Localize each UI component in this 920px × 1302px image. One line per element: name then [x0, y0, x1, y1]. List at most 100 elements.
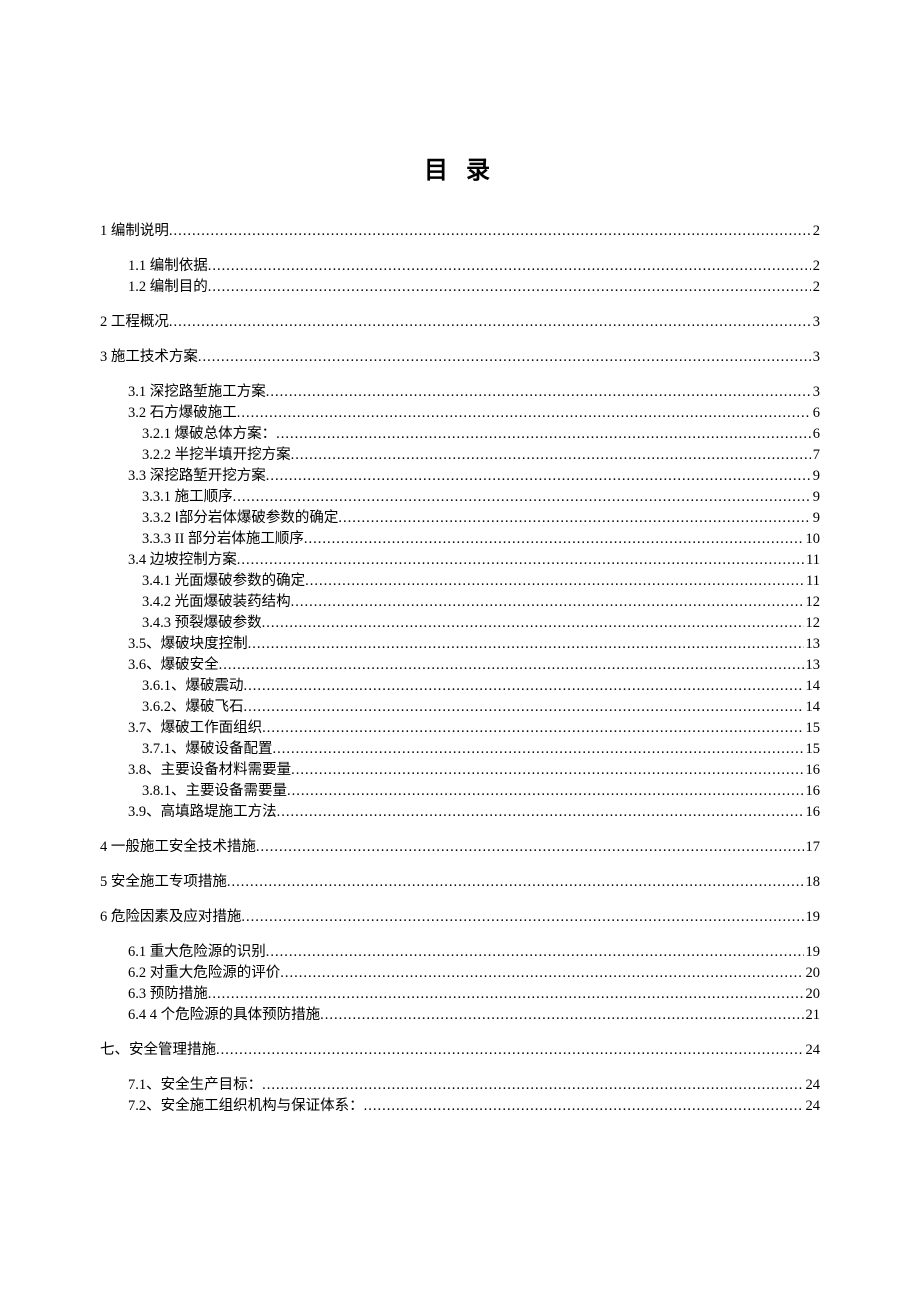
toc-entry-page: 11: [804, 571, 820, 592]
toc-leader: [198, 347, 811, 368]
toc-leader: [256, 837, 804, 858]
toc-entry-page: 24: [804, 1040, 821, 1061]
toc-entry[interactable]: 7.2、安全施工组织机构与保证体系： 24: [128, 1096, 820, 1117]
toc-entry[interactable]: 3.3 深挖路堑开挖方案 9: [128, 466, 820, 487]
toc-leader: [216, 1040, 804, 1061]
toc-leader: [291, 592, 804, 613]
toc-entry-text: 1.2 编制目的: [128, 277, 208, 298]
toc-entry[interactable]: 3.2.2 半挖半填开挖方案 7: [142, 445, 820, 466]
toc-entry-text: 7.1、安全生产目标：: [128, 1075, 262, 1096]
toc-entry-text: 3 施工技术方案: [100, 347, 198, 368]
toc-entry[interactable]: 6.4 4 个危险源的具体预防措施 21: [128, 1005, 820, 1026]
toc-entry-text: 3.4.2 光面爆破装药结构: [142, 592, 291, 613]
toc-entry-text: 4 一般施工安全技术措施: [100, 837, 256, 858]
toc-leader: [320, 1005, 803, 1026]
toc-entry[interactable]: 3.8.1、主要设备需要量16: [142, 781, 820, 802]
toc-entry-page: 9: [811, 466, 820, 487]
toc-entry[interactable]: 3.1 深挖路堑施工方案 3: [128, 382, 820, 403]
toc-entry-page: 15: [804, 739, 821, 760]
toc-entry-text: 3.9、高填路堤施工方法: [128, 802, 277, 823]
toc-entry[interactable]: 3.3.3 II 部分岩体施工顺序 10: [142, 529, 820, 550]
toc-entry[interactable]: 3.8、主要设备材料需要量16: [128, 760, 820, 781]
toc-entry-text: 3.8、主要设备材料需要量: [128, 760, 291, 781]
toc-entry[interactable]: 3.6、爆破安全13: [128, 655, 820, 676]
toc-entry[interactable]: 3.4 边坡控制方案 11: [128, 550, 820, 571]
toc-entry[interactable]: 4 一般施工安全技术措施17: [100, 837, 820, 858]
toc-entry[interactable]: 3.7、爆破工作面组织15: [128, 718, 820, 739]
toc-leader: [208, 256, 811, 277]
toc-entry-page: 7: [811, 445, 820, 466]
toc-entry-page: 16: [804, 781, 821, 802]
toc-leader: [237, 403, 811, 424]
toc-entry[interactable]: 3.4.2 光面爆破装药结构12: [142, 592, 820, 613]
toc-entry-page: 9: [811, 508, 820, 529]
toc-entry-page: 15: [804, 718, 821, 739]
toc-leader: [237, 550, 804, 571]
toc-entry-page: 10: [804, 529, 821, 550]
toc-entry[interactable]: 6 危险因素及应对措施19: [100, 907, 820, 928]
toc-entry-text: 6.1 重大危险源的识别: [128, 942, 266, 963]
toc-entry-text: 七、安全管理措施: [100, 1040, 216, 1061]
toc-entry[interactable]: 3.2.1 爆破总体方案： 6: [142, 424, 820, 445]
toc-title: 目 录: [100, 150, 820, 185]
toc-leader: [248, 634, 804, 655]
toc-entry[interactable]: 3.9、高填路堤施工方法 16: [128, 802, 820, 823]
toc-entry[interactable]: 1.2 编制目的 2: [128, 277, 820, 298]
toc-entry-page: 21: [804, 1005, 821, 1026]
toc-entry-page: 14: [804, 697, 821, 718]
toc-entry-page: 2: [811, 277, 820, 298]
toc-entry[interactable]: 6.2 对重大危险源的评价20: [128, 963, 820, 984]
toc-leader: [338, 508, 810, 529]
toc-entry-text: 3.2.2 半挖半填开挖方案: [142, 445, 291, 466]
toc-entry-text: 3.6、爆破安全: [128, 655, 219, 676]
toc-entry-text: 3.2 石方爆破施工: [128, 403, 237, 424]
toc-entry[interactable]: 3.3.1 施工顺序 9: [142, 487, 820, 508]
toc-entry-page: 2: [811, 221, 820, 242]
toc-entry-text: 3.3 深挖路堑开挖方案: [128, 466, 266, 487]
toc-entry[interactable]: 6.1 重大危险源的识别 19: [128, 942, 820, 963]
toc-entry-text: 3.6.2、爆破飞石: [142, 697, 244, 718]
toc-entry-text: 3.5、爆破块度控制: [128, 634, 248, 655]
toc-leader: [169, 221, 811, 242]
toc-leader: [291, 445, 811, 466]
toc-entry[interactable]: 1 编制说明 2: [100, 221, 820, 242]
toc-entry[interactable]: 3.4.3 预裂爆破参数12: [142, 613, 820, 634]
toc-leader: [291, 760, 803, 781]
toc-leader: [266, 382, 811, 403]
toc-entry-page: 6: [811, 403, 820, 424]
toc-entry[interactable]: 3.5、爆破块度控制13: [128, 634, 820, 655]
toc-entry[interactable]: 3.4.1 光面爆破参数的确定 11: [142, 571, 820, 592]
toc-entry-text: 5 安全施工专项措施: [100, 872, 227, 893]
toc-entry-page: 16: [804, 802, 821, 823]
toc-entry[interactable]: 7.1、安全生产目标： 24: [128, 1075, 820, 1096]
toc-entry[interactable]: 3.6.1、爆破震动14: [142, 676, 820, 697]
toc-entry-text: 3.4.1 光面爆破参数的确定: [142, 571, 305, 592]
toc-leader: [244, 676, 804, 697]
toc-entry-page: 3: [811, 347, 820, 368]
toc-leader: [304, 529, 804, 550]
toc-entry-text: 6.3 预防措施: [128, 984, 208, 1005]
toc-entry-page: 18: [804, 872, 821, 893]
toc-entry[interactable]: 6.3 预防措施 20: [128, 984, 820, 1005]
toc-leader: [262, 718, 803, 739]
toc-entry[interactable]: 3.2 石方爆破施工 6: [128, 403, 820, 424]
toc-entry-text: 6.4 4 个危险源的具体预防措施: [128, 1005, 320, 1026]
toc-entry[interactable]: 3.3.2 Ⅰ部分岩体爆破参数的确定 9: [142, 508, 820, 529]
toc-entry-text: 2 工程概况: [100, 312, 169, 333]
toc-leader: [244, 697, 804, 718]
toc-entry-page: 19: [804, 942, 821, 963]
toc-entry[interactable]: 3.7.1、爆破设备配置15: [142, 739, 820, 760]
toc-entry-text: 3.3.3 II 部分岩体施工顺序: [142, 529, 304, 550]
toc-leader: [233, 487, 811, 508]
toc-leader: [241, 907, 803, 928]
toc-entry-page: 2: [811, 256, 820, 277]
toc-entry[interactable]: 3 施工技术方案 3: [100, 347, 820, 368]
toc-entry[interactable]: 3.6.2、爆破飞石 14: [142, 697, 820, 718]
toc-entry[interactable]: 1.1 编制依据2: [128, 256, 820, 277]
toc-entry-text: 6 危险因素及应对措施: [100, 907, 241, 928]
toc-entry-text: 6.2 对重大危险源的评价: [128, 963, 280, 984]
toc-entry[interactable]: 2 工程概况3: [100, 312, 820, 333]
toc-entry[interactable]: 5 安全施工专项措施 18: [100, 872, 820, 893]
toc-entry[interactable]: 七、安全管理措施 24: [100, 1040, 820, 1061]
toc-leader: [364, 1096, 804, 1117]
